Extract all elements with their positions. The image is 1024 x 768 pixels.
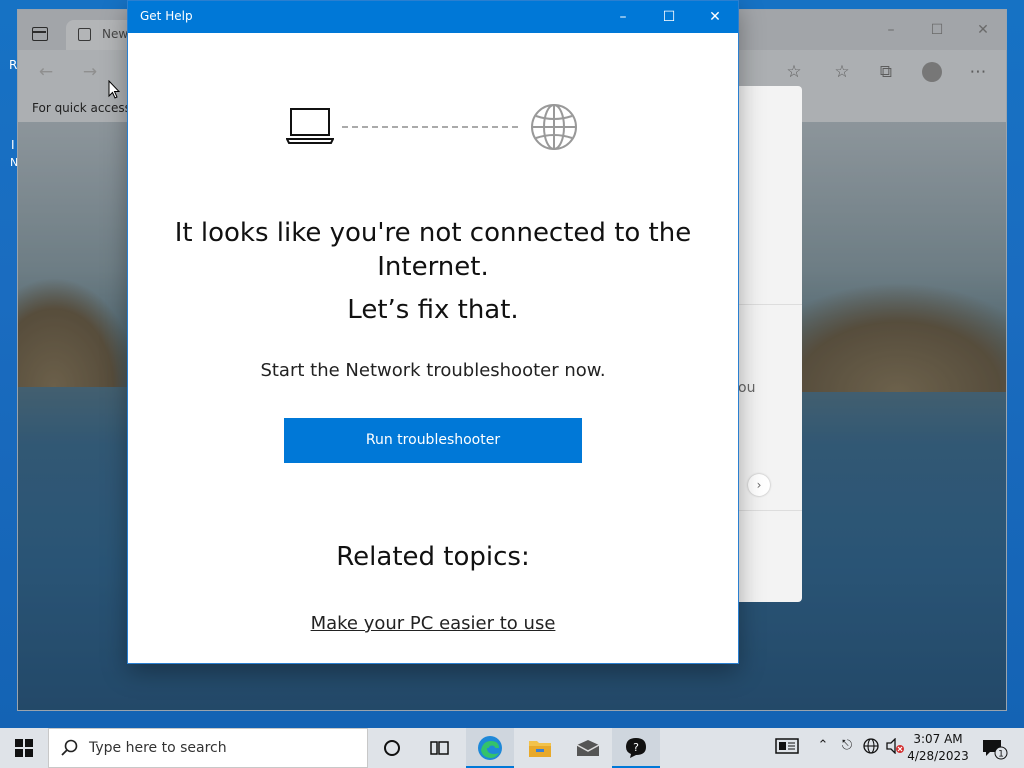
- get-help-taskbar-button[interactable]: ?: [612, 728, 660, 768]
- search-placeholder: Type here to search: [89, 740, 227, 756]
- window-title: Get Help: [140, 9, 193, 23]
- fix-subheading: Let’s fix that.: [347, 295, 519, 325]
- heading-line: Internet.: [377, 252, 489, 282]
- news-icon: [775, 738, 799, 754]
- show-hidden-icons-chevron-icon[interactable]: ⌃: [812, 738, 834, 758]
- chevron-right-icon[interactable]: ›: [748, 474, 770, 496]
- device-icon[interactable]: ⎋: [836, 738, 858, 758]
- run-troubleshooter-button[interactable]: Run troubleshooter: [284, 418, 582, 463]
- get-help-icon: ?: [626, 738, 646, 758]
- taskbar-search-box[interactable]: Type here to search: [48, 728, 368, 768]
- globe-network-icon: [863, 738, 879, 754]
- troubleshooter-prompt: Start the Network troubleshooter now.: [260, 360, 606, 381]
- taskbar: Type here to search ? ⌃ ⎋ 3:07 AM 4/28/2…: [0, 728, 1024, 768]
- minimize-icon[interactable]: –: [600, 1, 646, 33]
- network-globe-icon[interactable]: [860, 738, 882, 758]
- task-view-icon: [430, 741, 449, 755]
- heading-line: It looks like you're not connected to th…: [174, 218, 692, 248]
- divider: [738, 304, 802, 305]
- clock-date: 4/28/2023: [907, 749, 969, 763]
- svg-text:?: ?: [633, 741, 639, 754]
- folder-icon: [529, 741, 551, 757]
- desktop-icon-label[interactable]: R: [9, 58, 17, 72]
- speaker-muted-icon: [886, 737, 904, 755]
- get-help-window: Get Help – ☐ ✕ It looks like you're not …: [128, 1, 738, 663]
- mouse-cursor-icon: [108, 80, 120, 99]
- mail-button[interactable]: [564, 728, 612, 768]
- volume-muted-icon[interactable]: [884, 737, 906, 758]
- globe-icon: [531, 104, 577, 150]
- notification-icon: 1: [983, 740, 1008, 760]
- divider: [738, 510, 802, 511]
- get-help-titlebar: Get Help – ☐ ✕: [128, 1, 738, 33]
- notification-count: 1: [998, 750, 1004, 760]
- windows-logo-icon: [15, 739, 33, 757]
- related-topic-link[interactable]: Make your PC easier to use: [168, 613, 698, 634]
- related-topics-heading: Related topics:: [336, 542, 530, 572]
- cortana-button[interactable]: [368, 728, 416, 768]
- task-view-button[interactable]: [416, 728, 464, 768]
- news-and-interests-icon[interactable]: [774, 738, 800, 758]
- laptop-icon: [286, 108, 334, 144]
- edge-taskbar-button[interactable]: [466, 728, 514, 768]
- connection-dashed-line: [342, 126, 518, 128]
- no-internet-heading: It looks like you're not connected to th…: [168, 216, 698, 284]
- search-icon: [61, 739, 78, 756]
- ntp-info-card: ou ›: [738, 86, 802, 602]
- system-clock[interactable]: 3:07 AM 4/28/2023: [906, 731, 970, 765]
- clock-time: 3:07 AM: [913, 732, 963, 746]
- action-center-button[interactable]: 1: [980, 738, 1010, 760]
- desktop-icon-label[interactable]: N: [10, 156, 18, 169]
- cortana-circle-icon: [384, 740, 400, 756]
- desktop-icon-label[interactable]: I: [11, 138, 15, 152]
- file-explorer-button[interactable]: [516, 728, 564, 768]
- mail-icon: [576, 740, 600, 756]
- start-button[interactable]: [0, 728, 48, 768]
- close-icon[interactable]: ✕: [692, 1, 738, 33]
- edge-icon: [478, 736, 502, 760]
- ntp-card-text: ou: [738, 380, 756, 396]
- maximize-icon[interactable]: ☐: [646, 1, 692, 33]
